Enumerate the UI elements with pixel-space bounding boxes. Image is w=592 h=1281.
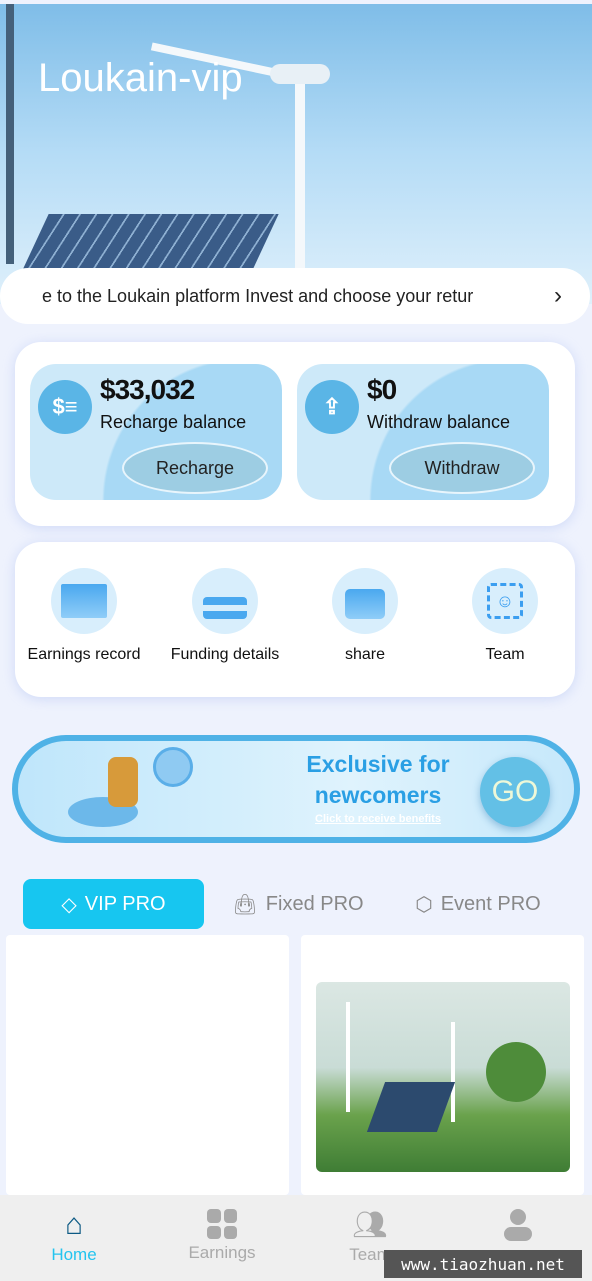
notice-marquee[interactable]: e to the Loukain platform Invest and cho… bbox=[0, 268, 590, 324]
upload-stack-icon bbox=[192, 568, 258, 634]
withdraw-label: Withdraw balance bbox=[367, 412, 511, 432]
withdraw-balance-panel: ⇪ $0 Withdraw balance Withdraw bbox=[297, 364, 549, 500]
balance-card: $≡ $33,032 Recharge balance Recharge ⇪ $… bbox=[15, 342, 575, 526]
withdraw-amount: $0 bbox=[367, 374, 397, 405]
turbine-tower bbox=[6, 4, 14, 264]
diamond-v-icon: ◇ bbox=[61, 893, 77, 916]
banner-heading: Exclusive for newcomers bbox=[306, 751, 450, 808]
tab-label: Fixed PRO bbox=[265, 892, 364, 915]
nav-home[interactable]: ⌂ Home bbox=[0, 1195, 148, 1281]
bag-icon: 👜︎ bbox=[232, 893, 258, 916]
menu-earnings-record[interactable]: Earnings record bbox=[19, 568, 149, 664]
wallet-icon bbox=[51, 568, 117, 634]
menu-label: Team bbox=[485, 646, 525, 663]
tab-fixed-pro[interactable]: 👜︎ Fixed PRO bbox=[223, 879, 373, 929]
withdraw-card-icon: ⇪ bbox=[305, 380, 359, 434]
tab-vip-pro[interactable]: ◇ VIP PRO bbox=[23, 879, 204, 929]
menu-card: Earnings record Funding details share ☺ … bbox=[15, 542, 575, 697]
menu-label: share bbox=[344, 646, 386, 663]
product-image bbox=[316, 982, 570, 1172]
recharge-balance-panel: $≡ $33,032 Recharge balance Recharge bbox=[30, 364, 282, 500]
coins-illustration bbox=[58, 747, 208, 833]
nav-earnings[interactable]: Earnings bbox=[148, 1195, 296, 1281]
recharge-button[interactable]: Recharge bbox=[122, 442, 268, 494]
home-icon: ⌂ bbox=[64, 1208, 84, 1241]
menu-team[interactable]: ☺ Team bbox=[440, 568, 570, 664]
menu-funding-details[interactable]: Funding details bbox=[160, 568, 290, 664]
go-button[interactable]: GO bbox=[480, 757, 550, 827]
recharge-label: Recharge balance bbox=[100, 412, 247, 432]
grid-icon bbox=[207, 1209, 237, 1239]
receipt-icon: $≡ bbox=[38, 380, 92, 434]
watermark: www.tiaozhuan.net bbox=[384, 1250, 582, 1278]
recharge-amount: $33,032 bbox=[100, 374, 195, 405]
menu-label: Funding details bbox=[170, 646, 280, 663]
nav-label: Home bbox=[51, 1245, 97, 1264]
hero-banner: Loukain-vip bbox=[0, 4, 592, 304]
box-icon: ⬡ bbox=[415, 893, 433, 916]
product-card[interactable] bbox=[6, 935, 289, 1195]
product-card[interactable] bbox=[301, 935, 584, 1195]
briefcase-icon bbox=[332, 568, 398, 634]
menu-share[interactable]: share bbox=[300, 568, 430, 664]
turbine-hub bbox=[270, 64, 330, 84]
product-tabs: ◇ VIP PRO 👜︎ Fixed PRO ⬡ Event PRO bbox=[23, 879, 583, 929]
withdraw-button[interactable]: Withdraw bbox=[389, 442, 535, 494]
team-icon: 👥︎ bbox=[352, 1209, 388, 1240]
user-scan-icon: ☺ bbox=[472, 568, 538, 634]
chevron-right-icon[interactable]: › bbox=[554, 282, 562, 310]
tab-label: VIP PRO bbox=[84, 892, 166, 915]
app-title: Loukain-vip bbox=[38, 56, 243, 100]
tab-label: Event PRO bbox=[440, 892, 541, 915]
user-icon bbox=[504, 1209, 532, 1241]
nav-label: Earnings bbox=[188, 1243, 256, 1262]
banner-link[interactable]: Click to receive benefits bbox=[248, 813, 508, 825]
tab-event-pro[interactable]: ⬡ Event PRO bbox=[403, 879, 553, 929]
notice-text: e to the Loukain platform Invest and cho… bbox=[42, 285, 474, 306]
menu-label: Earnings record bbox=[27, 646, 141, 663]
newcomer-banner[interactable]: Exclusive for newcomers Click to receive… bbox=[12, 735, 580, 843]
